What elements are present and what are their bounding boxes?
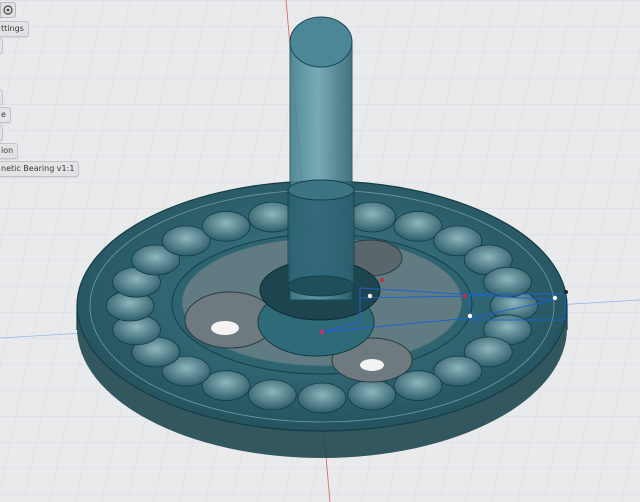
ball-pocket — [347, 201, 397, 233]
target-icon[interactable] — [0, 2, 16, 18]
browser-item-5[interactable]: ion — [0, 143, 19, 159]
ball-pocket — [247, 379, 297, 411]
ball-pocket — [297, 382, 347, 414]
browser-item-2[interactable] — [0, 89, 3, 105]
browser-item-component[interactable]: netic Bearing v1:1 — [0, 161, 80, 177]
ball-pocket — [483, 266, 532, 298]
browser-item-settings[interactable]: ttings — [0, 21, 29, 37]
shaft[interactable] — [287, 16, 355, 301]
browser-item-3[interactable]: e — [0, 107, 11, 123]
browser-item-1[interactable] — [0, 38, 3, 54]
ball-pocket — [347, 379, 397, 411]
ball-pocket — [201, 210, 251, 242]
3d-viewport[interactable] — [0, 0, 640, 502]
browser-item-4[interactable] — [0, 125, 3, 141]
